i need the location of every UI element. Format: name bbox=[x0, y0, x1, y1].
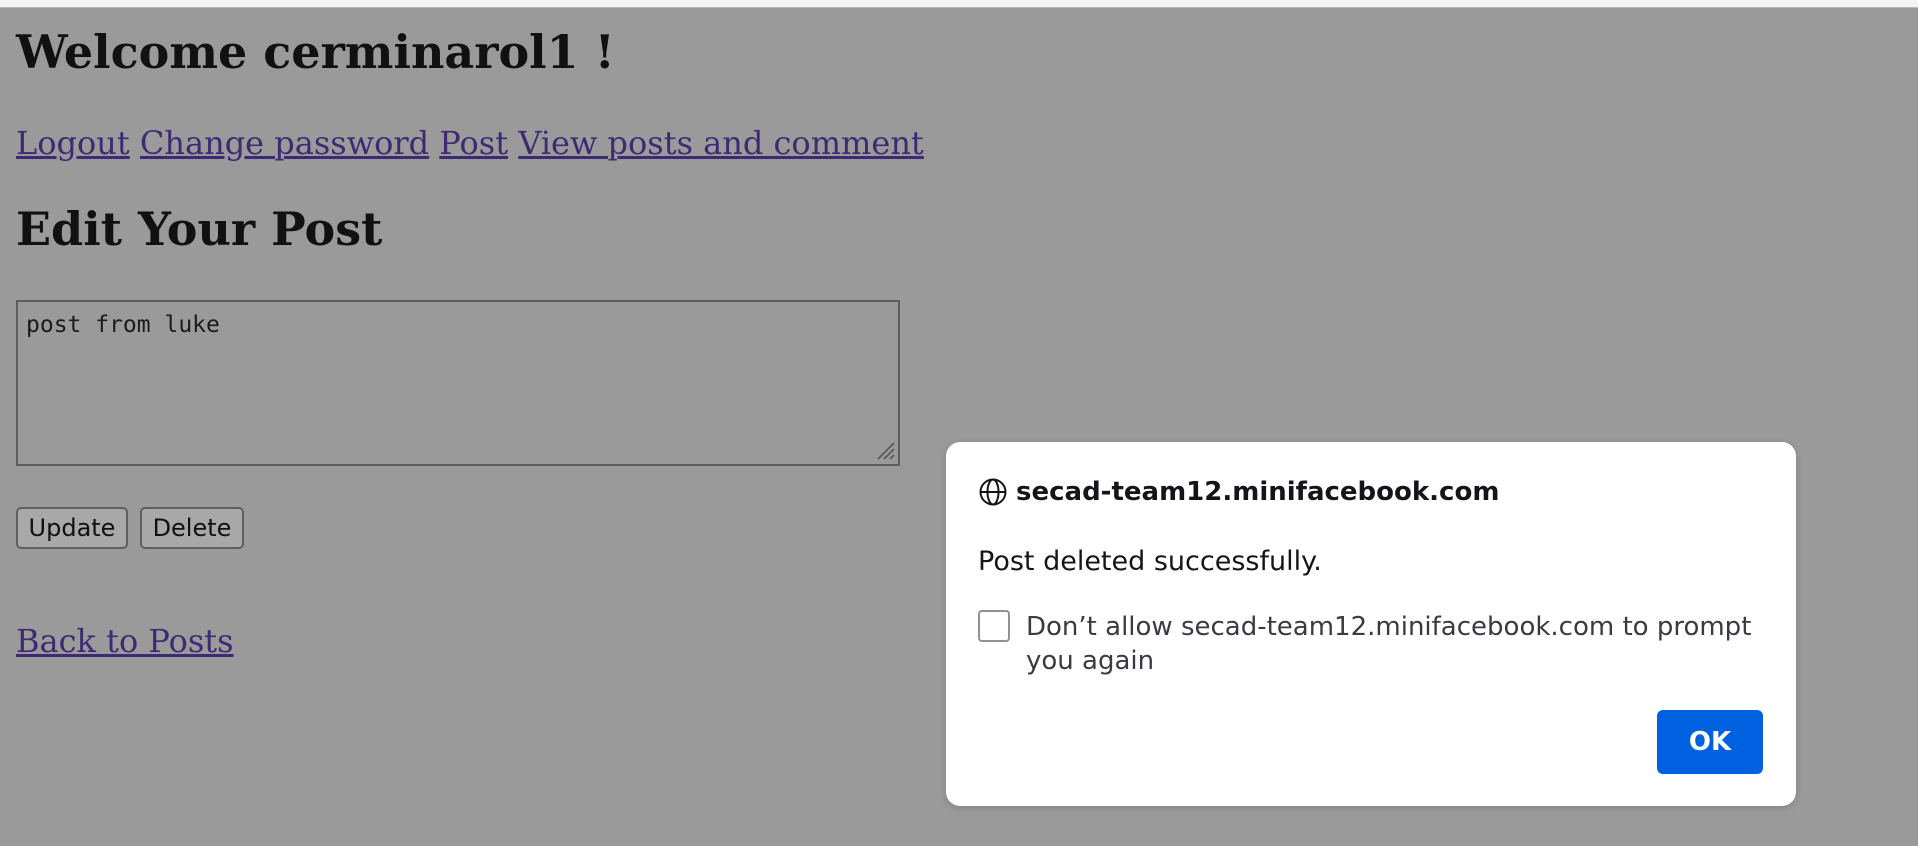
welcome-heading: Welcome cerminarol1 ! bbox=[16, 25, 615, 79]
change-password-link[interactable]: Change password bbox=[140, 124, 429, 162]
alert-dialog: secad-team12.minifacebook.com Post delet… bbox=[946, 442, 1796, 806]
dont-allow-checkbox[interactable] bbox=[978, 610, 1010, 642]
post-content-field[interactable]: post from luke bbox=[16, 300, 900, 466]
view-posts-link[interactable]: View posts and comment bbox=[518, 124, 924, 162]
nav-links: Logout Change password Post View posts a… bbox=[16, 124, 924, 162]
delete-button[interactable]: Delete bbox=[140, 507, 244, 549]
back-to-posts-link[interactable]: Back to Posts bbox=[16, 622, 234, 660]
update-button[interactable]: Update bbox=[16, 507, 128, 549]
logout-link[interactable]: Logout bbox=[16, 124, 130, 162]
dialog-message: Post deleted successfully. bbox=[978, 546, 1322, 577]
resize-grip-icon[interactable] bbox=[874, 439, 896, 461]
dialog-origin-text: secad-team12.minifacebook.com bbox=[1016, 477, 1500, 507]
post-link[interactable]: Post bbox=[439, 124, 508, 162]
globe-icon bbox=[979, 478, 1007, 506]
ok-button[interactable]: OK bbox=[1657, 710, 1763, 774]
page-title: Edit Your Post bbox=[16, 202, 383, 256]
dont-allow-label[interactable]: Don’t allow secad-team12.minifacebook.co… bbox=[1026, 610, 1776, 678]
dialog-origin: secad-team12.minifacebook.com bbox=[978, 477, 1499, 507]
